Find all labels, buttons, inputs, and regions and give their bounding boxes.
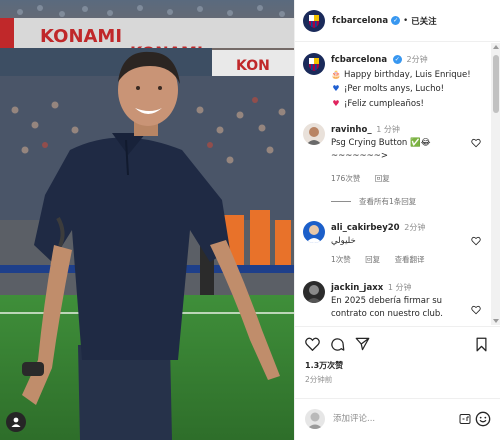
caption-text: Happy birthday, Luis Enrique!	[344, 69, 471, 80]
reply-button[interactable]: 回复	[375, 174, 390, 183]
comment-time: 1 分钟	[387, 283, 412, 292]
commenter-avatar[interactable]	[303, 221, 325, 243]
like-heart-icon[interactable]	[305, 337, 320, 351]
comment-icon[interactable]	[330, 337, 345, 352]
likes-count[interactable]: 1.3万次赞	[305, 360, 343, 371]
emoji-icon[interactable]	[475, 411, 491, 427]
tagged-users-button[interactable]	[6, 412, 26, 432]
account-name[interactable]: fcbarcelona	[332, 16, 388, 26]
gif-icon[interactable]	[459, 413, 471, 425]
fcb-crest-icon	[309, 14, 319, 28]
avatar-image	[303, 281, 325, 303]
caption-line: ♥ ¡Feliz cumpleaños!	[331, 97, 491, 112]
post-actions-bar	[295, 326, 500, 360]
scrollbar-thumb[interactable]	[493, 55, 499, 113]
comment-username[interactable]: ravinho_	[331, 125, 372, 135]
see-translation-button[interactable]: 查看翻译	[395, 255, 425, 264]
view-replies-button[interactable]: 查看所有1条回复	[331, 196, 416, 207]
comment-text: En 2025 debería firmar su contrato con n…	[331, 296, 443, 319]
post-photo-image: KONAMI KONAMI KON	[0, 0, 294, 440]
current-user-avatar	[305, 409, 325, 429]
post-side-panel: fcbarcelona ✓ • 已关注 fcbarcelona ✓ 2分钟 🎂 …	[294, 0, 500, 440]
replies-divider	[331, 201, 351, 202]
add-comment-bar	[295, 398, 500, 440]
banner-text-3: KON	[236, 58, 270, 74]
caption-avatar[interactable]	[303, 53, 325, 75]
post-header: fcbarcelona ✓ • 已关注	[295, 0, 500, 42]
caption-text: ¡Feliz cumpleaños!	[344, 98, 424, 109]
verified-badge-icon: ✓	[391, 16, 401, 25]
comment-text-line-2: ~~~~~~~>	[331, 151, 388, 161]
scroll-up-arrow-icon[interactable]	[493, 45, 499, 49]
comment-likes[interactable]: 1次赞	[331, 255, 351, 264]
caption-text: ¡Per molts anys, Lucho!	[344, 84, 445, 94]
commenter-avatar[interactable]	[303, 281, 325, 303]
red-heart-icon: ♥	[332, 98, 340, 108]
avatar-image	[305, 409, 325, 429]
comments-list[interactable]: fcbarcelona ✓ 2分钟 🎂 Happy birthday, Luis …	[295, 43, 491, 325]
blue-heart-icon: ♥	[332, 84, 340, 93]
verified-badge-icon: ✓	[392, 55, 402, 64]
save-bookmark-icon[interactable]	[475, 337, 488, 352]
like-comment-heart-icon[interactable]	[471, 138, 481, 148]
commenter-avatar[interactable]	[303, 123, 325, 145]
post-photo[interactable]: KONAMI KONAMI KON	[0, 0, 294, 440]
add-comment-input[interactable]	[333, 412, 443, 426]
header-separator: •	[403, 15, 409, 26]
share-paper-plane-icon[interactable]	[355, 337, 370, 351]
caption-username[interactable]: fcbarcelona	[331, 55, 387, 65]
user-icon	[11, 417, 21, 427]
comment-username[interactable]: jackin_jaxx	[331, 283, 383, 293]
comment-text: Psg Crying Button ✅😂	[331, 138, 431, 148]
comment-text: خليولي	[331, 236, 356, 246]
reply-button[interactable]: 回复	[365, 255, 380, 264]
fcb-crest-icon	[309, 58, 319, 71]
comment-time: 2分钟	[404, 223, 426, 232]
comment-username[interactable]: ali_cakirbey20	[331, 223, 400, 233]
following-button[interactable]: 已关注	[411, 15, 437, 27]
banner-text-1: KONAMI	[40, 26, 122, 47]
caption-line: ♥ ¡Per molts anys, Lucho!	[331, 82, 491, 97]
post-timestamp: 2分钟前	[305, 375, 333, 384]
cake-icon: 🎂	[331, 69, 341, 79]
caption-time: 2分钟	[406, 55, 428, 64]
scroll-down-arrow-icon[interactable]	[493, 319, 499, 323]
caption-line: 🎂 Happy birthday, Luis Enrique!	[331, 68, 491, 83]
comment-time: 1 分钟	[376, 125, 400, 134]
comment-likes[interactable]: 176次赞	[331, 174, 360, 183]
like-comment-heart-icon[interactable]	[471, 236, 481, 246]
like-comment-heart-icon[interactable]	[471, 305, 481, 315]
avatar-image	[303, 221, 325, 243]
avatar-image	[303, 123, 325, 145]
comments-scrollbar[interactable]	[491, 43, 500, 325]
fcbarcelona-avatar[interactable]	[303, 9, 325, 32]
view-replies-label: 查看所有1条回复	[359, 197, 417, 206]
